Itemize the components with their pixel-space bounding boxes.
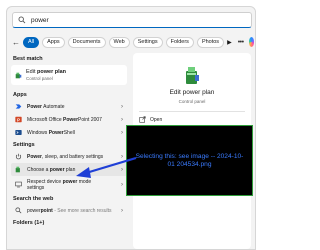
chevron-right-icon: ›: [121, 153, 123, 160]
filter-photos[interactable]: Photos: [196, 36, 225, 48]
open-label: Open: [150, 116, 163, 123]
result-choose-power-plan[interactable]: Choose a power plan ›: [11, 163, 127, 176]
result-power-automate[interactable]: Power Automate ›: [11, 100, 127, 113]
divider: [139, 111, 245, 112]
annotation-box: Selecting this: see image -- 2024-10-01 …: [126, 125, 253, 196]
filter-settings[interactable]: Settings: [132, 36, 163, 48]
result-powerpoint-2007[interactable]: P Microsoft Office PowerPoint 2007 ›: [11, 113, 127, 126]
power-plan-large-icon: [186, 67, 199, 84]
section-folders[interactable]: Folders (1+): [9, 217, 129, 228]
filter-folders[interactable]: Folders: [165, 36, 194, 48]
search-icon: [18, 16, 26, 24]
best-match-title: Edit power plan: [26, 69, 67, 75]
power-plan-icon: [15, 72, 22, 78]
best-match-subtitle: Control panel: [26, 76, 53, 81]
power-icon: [15, 153, 22, 160]
chevron-right-icon: ›: [121, 103, 123, 110]
detail-subtitle: Control panel: [178, 99, 206, 104]
filter-apps[interactable]: Apps: [42, 36, 65, 48]
svg-text:P: P: [17, 117, 20, 122]
powerpoint-icon: P: [15, 116, 22, 123]
results-list: Best match Edit power plan Control panel…: [9, 53, 129, 228]
search-icon: [15, 207, 22, 214]
result-respect-device-power-mode[interactable]: Respect device power mode settings ›: [11, 176, 127, 193]
section-search-web: Search the web: [13, 195, 54, 202]
chevron-right-icon: ›: [121, 207, 123, 214]
result-power-sleep-battery[interactable]: Power, sleep, and battery settings ›: [11, 150, 127, 163]
filter-all[interactable]: All: [23, 36, 40, 48]
open-action[interactable]: Open: [139, 116, 162, 123]
filter-web[interactable]: Web: [108, 36, 130, 48]
result-windows-powershell[interactable]: Windows PowerShell ›: [11, 126, 127, 139]
filter-documents[interactable]: Documents: [67, 36, 106, 48]
filter-bar: ← All Apps Documents Web Settings Folder…: [12, 35, 254, 49]
section-settings: Settings: [13, 141, 35, 148]
detail-title: Edit power plan: [169, 89, 215, 96]
section-best-match: Best match: [13, 55, 43, 62]
open-icon: [139, 116, 146, 123]
copilot-icon[interactable]: [248, 37, 254, 47]
result-web-powerpoint[interactable]: powerpoint - See more search results ›: [11, 204, 127, 217]
annotation-text: Selecting this: see image -- 2024-10-01 …: [135, 152, 244, 168]
back-arrow-icon[interactable]: ←: [12, 37, 20, 47]
chevron-right-icon: ›: [121, 181, 123, 188]
monitor-icon: [15, 181, 22, 188]
powershell-icon: [15, 130, 22, 135]
chevron-right-icon: ›: [121, 166, 123, 173]
play-icon[interactable]: ▶: [227, 37, 232, 47]
more-options-icon[interactable]: •••: [238, 39, 244, 46]
power-automate-icon: [15, 104, 22, 109]
search-input[interactable]: power: [31, 17, 49, 24]
search-box[interactable]: power: [12, 12, 252, 28]
chevron-right-icon: ›: [121, 116, 123, 123]
power-plan-icon: [15, 166, 20, 173]
section-apps: Apps: [13, 91, 27, 98]
chevron-right-icon: ›: [121, 129, 123, 136]
best-match-edit-power-plan[interactable]: Edit power plan Control panel: [11, 65, 127, 85]
